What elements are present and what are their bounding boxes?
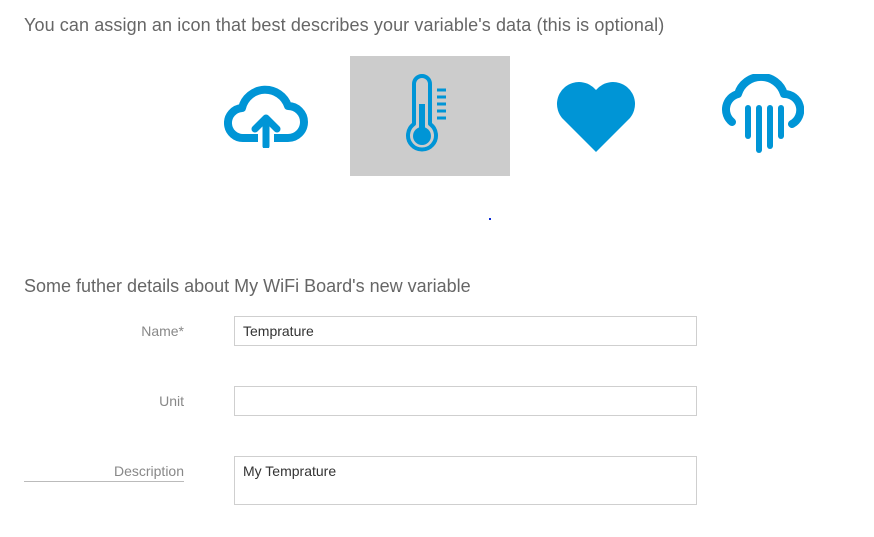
heart-icon [556,81,636,152]
icon-option-thermometer[interactable] [350,56,510,176]
icon-option-cloud-upload[interactable] [186,56,346,176]
icon-picker [186,56,846,176]
description-label: Description [24,463,184,482]
unit-label: Unit [159,393,184,409]
icon-option-rain-cloud[interactable] [682,56,842,176]
stray-dot [489,218,491,220]
rain-cloud-icon [722,74,804,153]
thermometer-icon [406,74,446,152]
description-textarea[interactable]: My Temprature [234,456,697,505]
icon-option-heart[interactable] [516,56,676,176]
cloud-upload-icon [224,85,308,148]
unit-input[interactable] [234,386,697,416]
name-input[interactable] [234,316,697,346]
name-label: Name* [141,323,184,339]
intro-text: You can assign an icon that best describ… [24,15,665,35]
details-title: Some futher details about My WiFi Board'… [24,276,471,296]
